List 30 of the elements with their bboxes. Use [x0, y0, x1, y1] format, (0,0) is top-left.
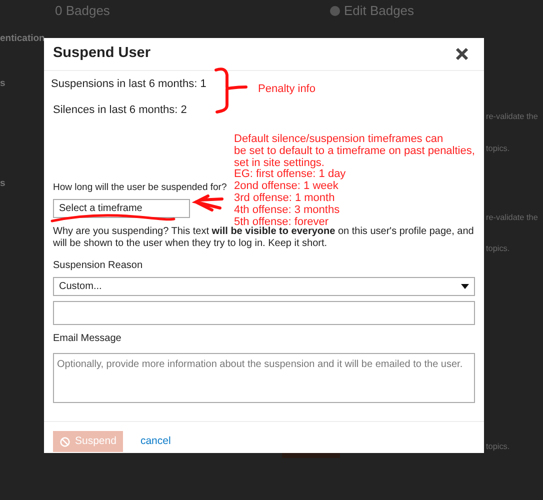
penalty-info-text: Suspensions in last 6 months: 1 [51, 77, 206, 92]
custom-reason-field[interactable] [53, 301, 475, 326]
penalty-info-text: Silences in last 6 months: 2 [53, 102, 187, 118]
field-label: Suspension Reason [53, 259, 143, 274]
field-label: Email Message [53, 332, 122, 346]
annotation-text: Penalty info [258, 82, 316, 97]
dialog-title: Suspend User [53, 44, 150, 64]
field-label: How long will the user be suspended for? [53, 181, 227, 195]
background-text: entication [0, 32, 45, 46]
close-icon [455, 47, 469, 61]
background-text: re-validate the [486, 212, 538, 224]
reason-select[interactable]: Custom... [53, 277, 475, 296]
background-text: s [0, 77, 6, 91]
badge-icon [330, 6, 340, 16]
background-text: topics. [486, 243, 510, 255]
close-button[interactable] [455, 47, 469, 61]
background-text: topics. [486, 441, 510, 453]
annotation-text: Default silence/suspension timeframes can be set to default to a timeframe on past penalties, set in site settings. EG: first offense: 1 day 2ond offense: 1 week 3rd offense: 1 month 4th offense: 3 months 5th offense: forever [234, 134, 475, 228]
timeframe-select[interactable]: Select a timeframe [53, 199, 190, 218]
ban-icon [60, 436, 70, 447]
bracket-drawing [214, 67, 250, 114]
background-text: re-validate the [486, 111, 538, 123]
background-text: s [0, 177, 6, 191]
badge-count: 0 Badges [55, 2, 110, 20]
email-message-field[interactable]: Optionally, provide more information about the suspension and it will be emailed to the user. [53, 353, 475, 404]
cancel-link[interactable]: cancel [140, 434, 171, 450]
visibility-warning: Why are you suspending? This text will be visible to everyone on this user's profile page, and will be shown to the user when they try to log in. Keep it short. [53, 226, 475, 250]
caret-icon [461, 284, 469, 290]
edit-badges-button[interactable]: Edit Badges [330, 1, 414, 21]
background-text: topics. [486, 143, 510, 155]
